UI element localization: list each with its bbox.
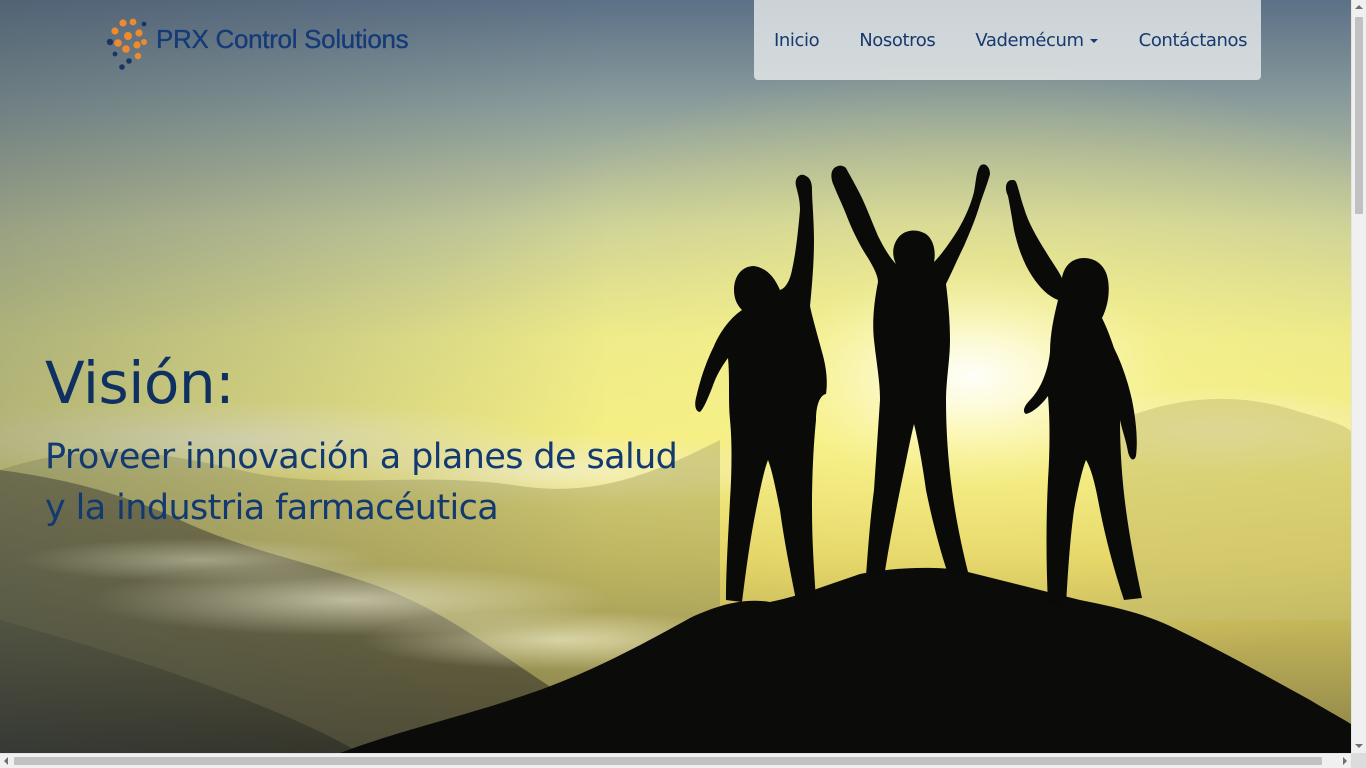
- nav-item-nosotros[interactable]: Nosotros: [859, 30, 936, 51]
- nav-item-vademecum-label: Vademécum: [975, 29, 1084, 51]
- scroll-up-arrow-icon[interactable]: [1355, 5, 1363, 9]
- scrollbar-corner: [1351, 753, 1366, 768]
- nav-item-contactanos[interactable]: Contáctanos: [1139, 30, 1248, 51]
- orange-dots-logo-icon: [106, 18, 147, 70]
- scroll-left-arrow-icon[interactable]: [4, 757, 8, 765]
- browser-viewport: PRX Control Solutions Inicio Nosotros Va…: [0, 0, 1366, 768]
- horizontal-scrollbar-thumb[interactable]: [14, 757, 1322, 765]
- vertical-scrollbar-thumb[interactable]: [1355, 17, 1363, 214]
- scroll-right-arrow-icon[interactable]: [1343, 757, 1347, 765]
- brand-home-link[interactable]: PRX Control Solutions: [104, 14, 409, 70]
- nav-item-vademecum-dropdown[interactable]: Vademécum: [975, 29, 1098, 51]
- scroll-down-arrow-icon[interactable]: [1355, 744, 1363, 748]
- hero-description-line-2: y la industria farmacéutica: [45, 488, 499, 528]
- caret-down-icon: [1089, 39, 1098, 43]
- hero-description: Proveer innovación a planes de salud y l…: [45, 432, 725, 534]
- hero-banner: PRX Control Solutions Inicio Nosotros Va…: [0, 0, 1351, 753]
- hero-description-line-1: Proveer innovación a planes de salud: [45, 437, 678, 477]
- horizontal-scrollbar[interactable]: [0, 753, 1351, 768]
- nav-item-inicio[interactable]: Inicio: [774, 30, 820, 51]
- main-navigation: Inicio Nosotros Vademécum Contáctanos: [754, 0, 1261, 80]
- hero-title: Visión:: [45, 349, 235, 417]
- vertical-scrollbar[interactable]: [1351, 0, 1366, 753]
- brand-name: PRX Control Solutions: [156, 23, 409, 54]
